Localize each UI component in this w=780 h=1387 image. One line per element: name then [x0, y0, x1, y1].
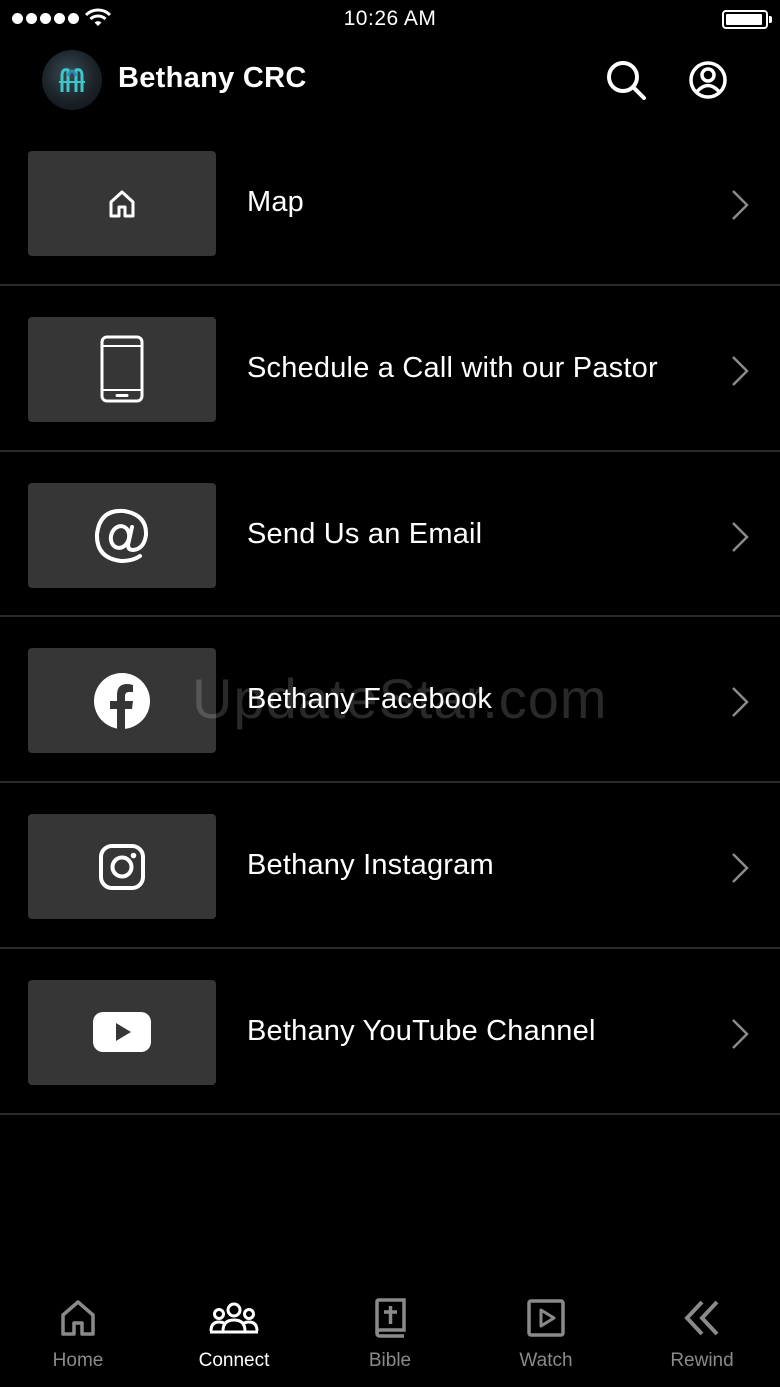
- status-time: 10:26 AM: [343, 7, 437, 30]
- menu-item-label: Map: [247, 186, 305, 218]
- search-icon: [607, 61, 646, 100]
- menu-item-youtube[interactable]: Bethany YouTube Channel: [0, 949, 780, 1115]
- menu-item-tile: [28, 316, 216, 422]
- chevron-right-icon: [732, 355, 749, 386]
- app-header: Bethany CRC: [0, 44, 780, 116]
- tab-watch[interactable]: Watch: [468, 1287, 624, 1387]
- home-icon: [61, 1300, 95, 1336]
- user-circle-icon: [689, 61, 727, 99]
- tab-label: Home: [52, 1350, 104, 1371]
- profile-button[interactable]: [686, 58, 730, 102]
- menu-item-email[interactable]: Send Us an Email: [0, 452, 780, 618]
- menu-item-map[interactable]: Map: [0, 120, 780, 286]
- app-title: Bethany CRC: [118, 62, 307, 94]
- menu-item-tile: [28, 979, 216, 1085]
- at-icon: [94, 509, 149, 564]
- chevron-right-icon: [732, 853, 749, 884]
- tab-connect[interactable]: Connect: [156, 1287, 312, 1387]
- connect-menu-list: Map Schedule a Call with our Pastor Send…: [0, 120, 780, 1115]
- facebook-icon: [94, 672, 150, 729]
- chevron-right-icon: [732, 190, 749, 220]
- tab-label: Rewind: [670, 1350, 734, 1371]
- menu-item-label: Send Us an Email: [247, 517, 483, 550]
- battery-icon: [722, 10, 772, 29]
- rewind-icon: [684, 1300, 719, 1336]
- chevron-right-icon: [732, 521, 749, 552]
- bottom-tab-bar: Home Connect Bible Watch Rewind: [0, 1287, 780, 1387]
- menu-item-instagram[interactable]: Bethany Instagram: [0, 783, 780, 949]
- watermark: UpdateStar.com: [192, 667, 608, 730]
- menu-item-tile: [28, 482, 216, 588]
- menu-item-label: Bethany Instagram: [247, 849, 494, 882]
- phone-icon: [100, 335, 144, 403]
- youtube-icon: [93, 1012, 151, 1053]
- menu-item-label: Bethany YouTube Channel: [247, 1014, 596, 1047]
- tab-label: Connect: [198, 1350, 270, 1371]
- menu-item-tile: [28, 814, 216, 920]
- people-icon: [209, 1302, 259, 1334]
- home-icon: [109, 190, 135, 217]
- search-button[interactable]: [604, 58, 648, 102]
- bible-icon: [375, 1298, 406, 1338]
- status-bar: 10:26 AM: [0, 0, 780, 40]
- tab-home[interactable]: Home: [0, 1287, 156, 1387]
- menu-item-schedule-call[interactable]: Schedule a Call with our Pastor: [0, 286, 780, 452]
- chevron-right-icon: [732, 687, 749, 718]
- menu-item-tile: [28, 648, 216, 754]
- play-icon: [527, 1299, 565, 1337]
- tab-rewind[interactable]: Rewind: [624, 1287, 780, 1387]
- instagram-icon: [99, 843, 145, 890]
- tab-label: Bible: [368, 1350, 412, 1371]
- tab-bible[interactable]: Bible: [312, 1287, 468, 1387]
- church-logo-icon[interactable]: [42, 50, 102, 110]
- tab-label: Watch: [519, 1350, 573, 1371]
- menu-item-label: Schedule a Call with our Pastor: [247, 351, 658, 384]
- chevron-right-icon: [732, 1019, 749, 1049]
- menu-item-tile: [28, 151, 216, 256]
